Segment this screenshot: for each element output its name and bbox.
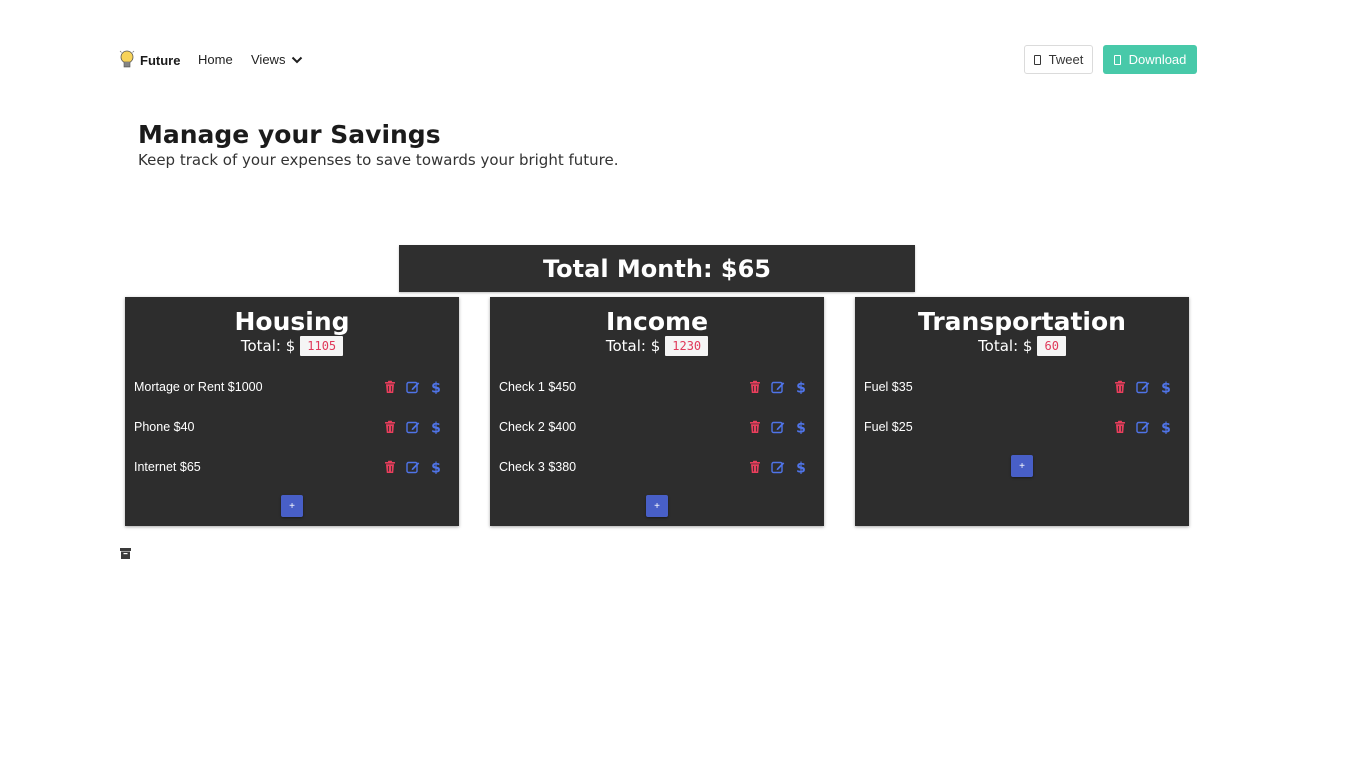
navbar: Future Home Views Tweet Download xyxy=(0,0,1363,120)
brand-logo[interactable]: Future xyxy=(118,48,180,72)
card-total: Total: $1230 xyxy=(490,336,824,356)
row-actions: $ xyxy=(1113,380,1173,394)
dollar-icon[interactable]: $ xyxy=(794,460,808,475)
expense-label: Check 2 $400 xyxy=(499,420,577,434)
transportation-card: Transportation Total: $60 Fuel $35 $ Fuel $2… xyxy=(855,297,1189,526)
row-actions: $ xyxy=(748,380,808,394)
row-actions: $ xyxy=(748,460,808,474)
trash-icon[interactable] xyxy=(748,380,762,394)
expense-label: Check 3 $380 xyxy=(499,460,577,474)
dollar-icon[interactable]: $ xyxy=(1159,380,1173,395)
edit-icon[interactable] xyxy=(771,460,785,474)
expense-label: Internet $65 xyxy=(134,460,201,474)
dollar-icon[interactable]: $ xyxy=(429,420,443,435)
expense-row: Internet $65 $ xyxy=(134,456,450,478)
card-total-label: Total: $ xyxy=(978,337,1033,355)
expense-label: Check 1 $450 xyxy=(499,380,577,394)
card-total-value: 1230 xyxy=(665,336,709,356)
page-title: Manage your Savings xyxy=(138,120,441,149)
trash-icon[interactable] xyxy=(383,380,397,394)
tweet-button[interactable]: Tweet xyxy=(1024,45,1093,74)
expense-label: Fuel $25 xyxy=(864,420,913,434)
card-total: Total: $60 xyxy=(855,336,1189,356)
add-item-button[interactable]: + xyxy=(281,495,303,517)
svg-text:$: $ xyxy=(431,381,441,395)
trash-icon[interactable] xyxy=(383,420,397,434)
dollar-icon[interactable]: $ xyxy=(429,460,443,475)
dollar-icon[interactable]: $ xyxy=(794,420,808,435)
download-icon xyxy=(1113,54,1121,65)
expense-label: Mortage or Rent $1000 xyxy=(134,380,263,394)
expense-row: Fuel $25 $ xyxy=(864,416,1180,438)
archive-icon[interactable] xyxy=(120,548,131,559)
edit-icon[interactable] xyxy=(771,420,785,434)
expense-row: Fuel $35 $ xyxy=(864,376,1180,398)
trash-icon[interactable] xyxy=(748,460,762,474)
chevron-down-icon xyxy=(292,56,303,63)
svg-text:$: $ xyxy=(796,461,806,475)
twitter-icon xyxy=(1033,54,1041,65)
expense-row: Check 2 $400 $ xyxy=(499,416,815,438)
edit-icon[interactable] xyxy=(771,380,785,394)
card-total: Total: $1105 xyxy=(125,336,459,356)
download-button[interactable]: Download xyxy=(1103,45,1197,74)
expense-label: Fuel $35 xyxy=(864,380,913,394)
nav-views-label: Views xyxy=(251,52,286,67)
card-total-label: Total: $ xyxy=(605,337,661,355)
edit-icon[interactable] xyxy=(406,460,420,474)
lightbulb-icon xyxy=(119,50,135,68)
svg-text:$: $ xyxy=(1161,381,1171,395)
tweet-label: Tweet xyxy=(1048,52,1084,67)
card-title: Transportation xyxy=(918,307,1126,336)
expense-row: Check 1 $450 $ xyxy=(499,376,815,398)
nav-views-dropdown[interactable]: Views xyxy=(251,52,303,67)
svg-text:$: $ xyxy=(796,381,806,395)
dollar-icon[interactable]: $ xyxy=(1159,420,1173,435)
row-actions: $ xyxy=(383,380,443,394)
add-item-button[interactable]: + xyxy=(646,495,668,517)
svg-text:$: $ xyxy=(1161,421,1171,435)
card-total-value: 60 xyxy=(1037,336,1066,356)
edit-icon[interactable] xyxy=(1136,420,1150,434)
dollar-icon[interactable]: $ xyxy=(429,380,443,395)
row-actions: $ xyxy=(383,420,443,434)
trash-icon[interactable] xyxy=(748,420,762,434)
svg-text:$: $ xyxy=(431,461,441,475)
expense-label: Phone $40 xyxy=(134,420,195,434)
expense-row: Phone $40 $ xyxy=(134,416,450,438)
total-month-banner: Total Month: $65 xyxy=(399,245,915,292)
dollar-icon[interactable]: $ xyxy=(794,380,808,395)
income-card: Income Total: $1230 Check 1 $450 $ Check 2 $… xyxy=(490,297,824,526)
edit-icon[interactable] xyxy=(406,380,420,394)
svg-text:$: $ xyxy=(431,421,441,435)
row-actions: $ xyxy=(748,420,808,434)
brand-name: Future xyxy=(140,52,181,68)
edit-icon[interactable] xyxy=(1136,380,1150,394)
edit-icon[interactable] xyxy=(406,420,420,434)
row-actions: $ xyxy=(1113,420,1173,434)
add-item-button[interactable]: + xyxy=(1011,455,1033,477)
card-title: Income xyxy=(605,307,709,336)
expense-row: Mortage or Rent $1000 $ xyxy=(134,376,450,398)
card-total-label: Total: $ xyxy=(240,337,296,355)
housing-card: Housing Total: $1105 Mortage or Rent $1000… xyxy=(125,297,459,526)
expense-row: Check 3 $380 $ xyxy=(499,456,815,478)
download-label: Download xyxy=(1128,52,1187,67)
svg-text:$: $ xyxy=(796,421,806,435)
card-total-value: 1105 xyxy=(300,336,344,356)
card-title: Housing xyxy=(234,307,350,336)
row-actions: $ xyxy=(383,460,443,474)
trash-icon[interactable] xyxy=(1113,380,1127,394)
trash-icon[interactable] xyxy=(1113,420,1127,434)
nav-home-link[interactable]: Home xyxy=(198,52,233,67)
trash-icon[interactable] xyxy=(383,460,397,474)
page-subtitle: Keep track of your expenses to save towa… xyxy=(138,151,619,169)
